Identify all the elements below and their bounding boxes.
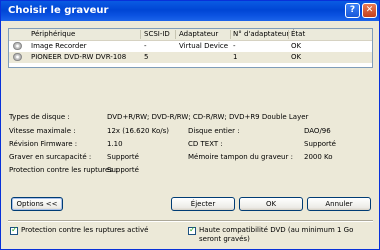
firmware-value: 1.10 xyxy=(107,140,123,148)
overburn-value: Supporté xyxy=(107,153,139,161)
underrun-protection-label[interactable]: Protection contre les ruptures activé xyxy=(21,226,148,235)
device-list[interactable]: Périphérique SCSI-ID Adaptateur N° d'ada… xyxy=(8,28,373,68)
underrun-value: Supporté xyxy=(107,166,139,174)
disc-types-value: DVD+R/RW; DVD-R/RW; CD-R/RW; DVD+R9 Doub… xyxy=(107,113,309,121)
cell-scsi-id: - xyxy=(144,42,147,50)
max-speed-value: 12x (16.620 Ko/s) xyxy=(107,127,169,135)
cell-scsi-id: 5 xyxy=(144,53,149,61)
column-device[interactable]: Périphérique xyxy=(31,30,75,38)
device-row-image-recorder[interactable]: Image Recorder - Virtual Device - OK xyxy=(9,41,372,52)
eject-button[interactable]: Éjecter xyxy=(171,197,235,211)
separator xyxy=(8,220,373,222)
disc-icon xyxy=(13,42,22,50)
cell-device: PIONEER DVD-RW DVR-108 xyxy=(31,53,127,61)
overburn-label: Graver en surcapacité : xyxy=(9,153,92,161)
column-scsi-id[interactable]: SCSI-ID xyxy=(144,30,170,38)
max-speed-label: Vitesse maximale : xyxy=(9,127,76,135)
firmware-label: Révision Firmware : xyxy=(9,140,78,148)
column-adapter-number[interactable]: N° d'adaptateur xyxy=(233,30,289,38)
choose-recorder-dialog: Choisir le graveur ? ✕ Périphérique SCSI… xyxy=(0,0,380,250)
options-button[interactable]: Options << xyxy=(11,197,63,211)
ok-button[interactable]: OK xyxy=(239,197,303,211)
disc-at-once-value: DAO/96 xyxy=(304,127,331,135)
dvd-compatibility-label[interactable]: Haute compatibilité DVD (au minimum 1 Go… xyxy=(199,226,377,244)
cell-adapter-number: 1 xyxy=(233,53,238,61)
buffer-value: 2000 Ko xyxy=(304,153,333,161)
cd-text-label: CD TEXT : xyxy=(188,140,223,148)
underrun-label: Protection contre les ruptures : xyxy=(9,166,118,174)
cell-device: Image Recorder xyxy=(31,42,87,50)
title-bar: Choisir le graveur ? ✕ xyxy=(1,1,379,21)
cell-adapter-number: - xyxy=(233,42,236,50)
underrun-protection-checkbox[interactable] xyxy=(10,225,18,235)
cd-text-value: Supporté xyxy=(304,140,336,148)
close-icon[interactable]: ✕ xyxy=(362,3,377,18)
column-status[interactable]: État xyxy=(291,30,305,38)
column-adapter[interactable]: Adaptateur xyxy=(179,30,218,38)
dialog-title: Choisir le graveur xyxy=(8,5,109,16)
device-list-header: Périphérique SCSI-ID Adaptateur N° d'ada… xyxy=(9,29,372,41)
disc-icon xyxy=(13,53,22,61)
cell-adapter: Virtual Device xyxy=(179,42,229,50)
cell-status: OK xyxy=(291,42,302,50)
help-icon[interactable]: ? xyxy=(345,3,360,18)
device-row-pioneer[interactable]: PIONEER DVD-RW DVR-108 5 1 OK xyxy=(9,52,372,63)
cancel-button[interactable]: Annuler xyxy=(307,197,371,211)
disc-types-label: Types de disque : xyxy=(9,113,70,121)
disc-at-once-label: Disque entier : xyxy=(188,127,240,135)
buffer-label: Mémoire tampon du graveur : xyxy=(188,153,293,161)
cell-status: OK xyxy=(291,53,302,61)
dvd-compatibility-checkbox[interactable] xyxy=(188,225,196,235)
